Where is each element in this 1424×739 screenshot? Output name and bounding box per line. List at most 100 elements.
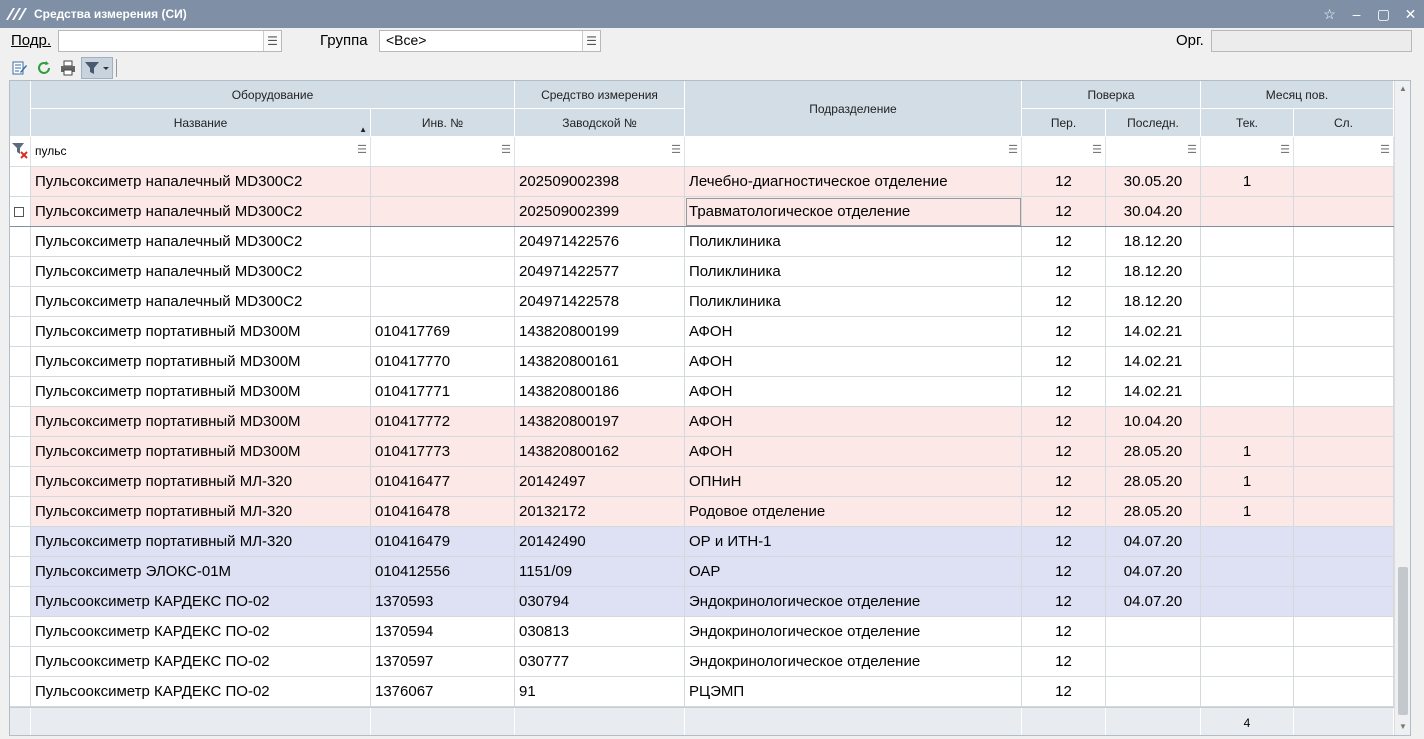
cell-per[interactable]: 12 xyxy=(1022,677,1106,707)
cell-name[interactable]: Пульсооксиметр КАРДЕКС ПО-02 xyxy=(31,647,371,677)
cell-inv[interactable]: 010416477 xyxy=(371,467,515,497)
row-indicator[interactable] xyxy=(10,617,31,647)
clear-filter-icon[interactable] xyxy=(10,137,31,166)
header-inv[interactable]: Инв. № xyxy=(371,109,515,137)
cell-cur[interactable] xyxy=(1201,527,1294,557)
cell-name[interactable]: Пульсоксиметр портативный MD300M xyxy=(31,407,371,437)
cell-next[interactable] xyxy=(1294,557,1394,587)
cell-next[interactable] xyxy=(1294,617,1394,647)
filter-cur-input[interactable]: ☰ xyxy=(1201,137,1294,166)
cell-last[interactable]: 28.05.20 xyxy=(1106,437,1201,467)
cell-per[interactable]: 12 xyxy=(1022,257,1106,287)
cell-inv[interactable]: 010416478 xyxy=(371,497,515,527)
table-row[interactable]: Пульсоксиметр портативный MD300M 01041776… xyxy=(10,317,1394,347)
cell-dept[interactable]: Эндокринологическое отделение xyxy=(685,617,1022,647)
cell-name[interactable]: Пульсоксиметр портативный MD300M xyxy=(31,317,371,347)
cell-next[interactable] xyxy=(1294,257,1394,287)
cell-inv[interactable] xyxy=(371,257,515,287)
cell-next[interactable] xyxy=(1294,497,1394,527)
cell-last[interactable] xyxy=(1106,677,1201,707)
cell-serial[interactable]: 202509002398 xyxy=(515,167,685,197)
cell-per[interactable]: 12 xyxy=(1022,287,1106,317)
cell-serial[interactable]: 204971422576 xyxy=(515,227,685,257)
table-row[interactable]: Пульсооксиметр КАРДЕКС ПО-02 1370594 03081… xyxy=(10,617,1394,647)
cell-next[interactable] xyxy=(1294,467,1394,497)
cell-cur[interactable] xyxy=(1201,257,1294,287)
cell-cur[interactable] xyxy=(1201,587,1294,617)
cell-name[interactable]: Пульсооксиметр КАРДЕКС ПО-02 xyxy=(31,587,371,617)
table-row[interactable]: Пульсоксиметр портативный MD300M 01041777… xyxy=(10,377,1394,407)
cell-dept[interactable]: АФОН xyxy=(685,377,1022,407)
cell-name[interactable]: Пульсоксиметр напалечный MD300C2 xyxy=(31,197,371,227)
header-next[interactable]: Сл. xyxy=(1294,109,1394,137)
maximize-button[interactable]: ▢ xyxy=(1370,0,1397,28)
cell-cur[interactable] xyxy=(1201,287,1294,317)
cell-inv[interactable]: 010417769 xyxy=(371,317,515,347)
cell-dept[interactable]: ОПНиН xyxy=(685,467,1022,497)
cell-inv[interactable]: 010417771 xyxy=(371,377,515,407)
cell-inv[interactable]: 010416479 xyxy=(371,527,515,557)
cell-per[interactable]: 12 xyxy=(1022,377,1106,407)
cell-dept[interactable]: АФОН xyxy=(685,317,1022,347)
cell-per[interactable]: 12 xyxy=(1022,587,1106,617)
table-row[interactable]: Пульсоксиметр портативный MD300M 01041777… xyxy=(10,437,1394,467)
cell-serial[interactable]: 030813 xyxy=(515,617,685,647)
cell-inv[interactable]: 1370597 xyxy=(371,647,515,677)
cell-inv[interactable] xyxy=(371,287,515,317)
cell-per[interactable]: 12 xyxy=(1022,617,1106,647)
row-indicator[interactable] xyxy=(10,227,31,257)
cell-inv[interactable]: 1376067 xyxy=(371,677,515,707)
cell-name[interactable]: Пульсоксиметр портативный МЛ-320 xyxy=(31,497,371,527)
cell-name[interactable]: Пульсоксиметр портативный МЛ-320 xyxy=(31,467,371,497)
row-indicator[interactable] xyxy=(10,527,31,557)
table-row[interactable]: Пульсооксиметр КАРДЕКС ПО-02 1370597 03077… xyxy=(10,647,1394,677)
row-indicator[interactable] xyxy=(10,647,31,677)
row-indicator[interactable] xyxy=(10,467,31,497)
close-button[interactable]: ✕ xyxy=(1397,0,1424,28)
filter-inv-menu-icon[interactable]: ☰ xyxy=(501,143,511,156)
cell-serial[interactable]: 143820800162 xyxy=(515,437,685,467)
cell-per[interactable]: 12 xyxy=(1022,497,1106,527)
cell-inv[interactable] xyxy=(371,197,515,227)
cell-per[interactable]: 12 xyxy=(1022,227,1106,257)
row-indicator[interactable] xyxy=(10,317,31,347)
podr-menu-icon[interactable]: ☰ xyxy=(263,31,281,51)
cell-next[interactable] xyxy=(1294,407,1394,437)
cell-name[interactable]: Пульсооксиметр КАРДЕКС ПО-02 xyxy=(31,617,371,647)
org-field[interactable] xyxy=(1211,30,1412,52)
cell-inv[interactable]: 010412556 xyxy=(371,557,515,587)
cell-per[interactable]: 12 xyxy=(1022,317,1106,347)
cell-name[interactable]: Пульсооксиметр КАРДЕКС ПО-02 xyxy=(31,677,371,707)
filter-per-input[interactable]: ☰ xyxy=(1022,137,1106,166)
filter-icon[interactable] xyxy=(81,57,113,79)
cell-dept[interactable]: ОР и ИТН-1 xyxy=(685,527,1022,557)
cell-cur[interactable] xyxy=(1201,407,1294,437)
group-field[interactable]: <Все> ☰ xyxy=(379,30,601,52)
cell-next[interactable] xyxy=(1294,437,1394,467)
cell-per[interactable]: 12 xyxy=(1022,467,1106,497)
edit-icon[interactable] xyxy=(9,57,31,79)
cell-dept[interactable]: АФОН xyxy=(685,407,1022,437)
filter-inv-input[interactable]: ☰ xyxy=(371,137,515,166)
cell-dept[interactable]: Поликлиника xyxy=(685,287,1022,317)
cell-cur[interactable]: 1 xyxy=(1201,467,1294,497)
cell-inv[interactable]: 1370594 xyxy=(371,617,515,647)
filter-dept-input[interactable]: ☰ xyxy=(685,137,1022,166)
cell-inv[interactable] xyxy=(371,167,515,197)
row-indicator[interactable] xyxy=(10,257,31,287)
cell-last[interactable]: 14.02.21 xyxy=(1106,347,1201,377)
row-indicator[interactable] xyxy=(10,497,31,527)
cell-name[interactable]: Пульсоксиметр напалечный MD300C2 xyxy=(31,167,371,197)
cell-next[interactable] xyxy=(1294,677,1394,707)
cell-last[interactable]: 04.07.20 xyxy=(1106,587,1201,617)
cell-last[interactable] xyxy=(1106,647,1201,677)
cell-last[interactable]: 10.04.20 xyxy=(1106,407,1201,437)
row-indicator[interactable] xyxy=(10,167,31,197)
cell-name[interactable]: Пульсоксиметр напалечный MD300C2 xyxy=(31,227,371,257)
table-row[interactable]: Пульсоксиметр портативный МЛ-320 01041647… xyxy=(10,527,1394,557)
cell-serial[interactable]: 20132172 xyxy=(515,497,685,527)
cell-dept[interactable]: Лечебно-диагностическое отделение xyxy=(685,167,1022,197)
cell-dept[interactable]: Эндокринологическое отделение xyxy=(685,647,1022,677)
filter-per-menu-icon[interactable]: ☰ xyxy=(1092,143,1102,156)
cell-last[interactable]: 18.12.20 xyxy=(1106,227,1201,257)
